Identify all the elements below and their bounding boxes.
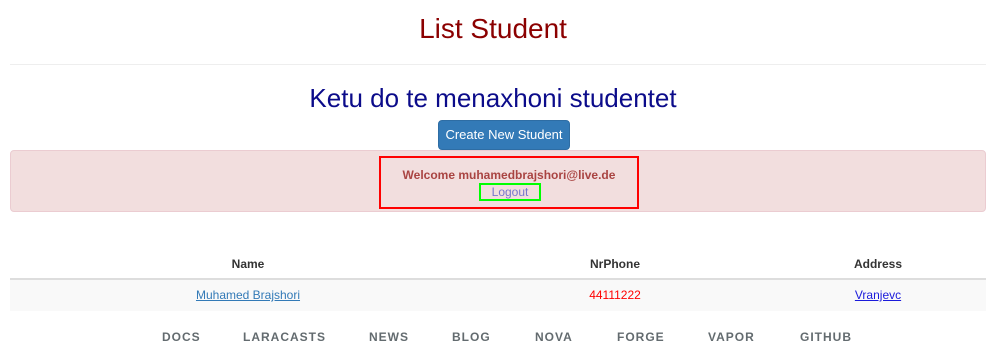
footer-link-nova[interactable]: NOVA	[535, 330, 573, 341]
student-table: Name NrPhone Address Muhamed Brajshori 4…	[10, 250, 986, 311]
footer-link-forge[interactable]: FORGE	[617, 330, 665, 341]
footer-link-laracasts[interactable]: LARACASTS	[243, 330, 326, 341]
footer-link-blog[interactable]: BLOG	[452, 330, 491, 341]
footer-link-news[interactable]: NEWS	[369, 330, 409, 341]
student-address-link[interactable]: Vranjevc	[790, 280, 966, 311]
page-title: List Student	[419, 13, 567, 44]
table-header-row: Name NrPhone Address	[10, 250, 986, 280]
welcome-message: Welcome muhamedbrajshori@live.de	[402, 168, 616, 182]
column-header-nrphone: NrPhone	[589, 257, 640, 271]
column-header-address: Address	[853, 257, 903, 271]
footer-link-docs[interactable]: DOCS	[162, 330, 201, 341]
footer-link-github[interactable]: GITHUB	[800, 330, 852, 341]
student-phone: 44111222	[589, 288, 641, 302]
title-divider	[10, 64, 986, 65]
student-name-link[interactable]: Muhamed Brajshori	[10, 280, 486, 311]
footer-link-vapor[interactable]: VAPOR	[708, 330, 755, 341]
page: List Student Ketu do te menaxhoni studen…	[0, 0, 986, 341]
welcome-alert: Welcome muhamedbrajshori@live.de Logout	[10, 150, 986, 212]
page-subtitle: Ketu do te menaxhoni studentet	[309, 83, 677, 113]
column-header-name: Name	[231, 257, 265, 271]
table-row: Muhamed Brajshori 44111222 Vranjevc	[10, 280, 986, 311]
footer-links: DOCS LARACASTS NEWS BLOG NOVA FORGE VAPO…	[0, 330, 986, 341]
welcome-highlight-box: Welcome muhamedbrajshori@live.de Logout	[379, 156, 639, 209]
create-new-student-button[interactable]: Create New Student	[438, 120, 570, 150]
logout-link[interactable]: Logout	[479, 183, 541, 201]
